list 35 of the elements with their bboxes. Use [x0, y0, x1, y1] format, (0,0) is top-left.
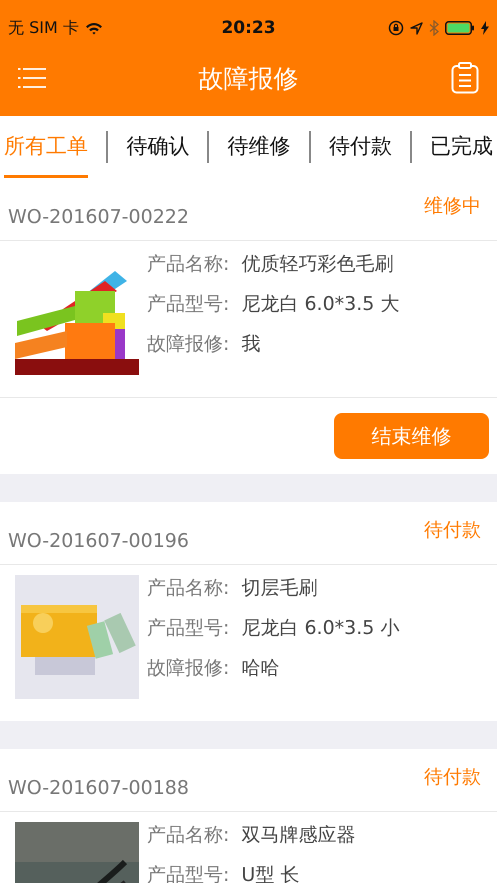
- field-label: 故障报修:: [147, 332, 230, 357]
- carrier-text: 无 SIM 卡: [8, 18, 79, 38]
- tab[interactable]: 已完成: [430, 116, 493, 178]
- menu-icon[interactable]: [18, 67, 46, 89]
- bluetooth-icon: [429, 20, 439, 36]
- order-number: WO-201607-00196: [8, 530, 189, 554]
- order-status: 维修中: [423, 194, 482, 219]
- page-title: 故障报修: [198, 62, 298, 94]
- tab[interactable]: 待维修: [228, 116, 290, 178]
- field-label: 产品名称:: [147, 823, 230, 848]
- field-label: 产品名称:: [147, 576, 230, 601]
- order-status: 待付款: [423, 518, 482, 543]
- field-label: 产品名称:: [147, 252, 230, 277]
- clipboard-icon[interactable]: [451, 62, 479, 94]
- field-value: 双马牌感应器: [241, 823, 356, 848]
- field-label: 产品型号:: [147, 292, 230, 317]
- rotation-lock-icon: [388, 20, 404, 36]
- field-value: 切层毛刷: [241, 576, 318, 601]
- field-label: 产品型号:: [147, 616, 230, 641]
- field-value: 优质轻巧彩色毛刷: [241, 252, 394, 277]
- field-label: 故障报修:: [147, 656, 230, 681]
- tab[interactable]: 待确认: [126, 116, 190, 178]
- order-number: WO-201607-00222: [8, 206, 189, 230]
- field-value: 我: [241, 332, 260, 357]
- field-value: 尼龙白 6.0*3.5 大: [241, 292, 400, 317]
- clock-text: 20:23: [221, 18, 276, 38]
- order-status: 待付款: [423, 765, 482, 790]
- order-number: WO-201607-00188: [8, 777, 189, 801]
- location-icon: [410, 22, 423, 34]
- field-value: 尼龙白 6.0*3.5 小: [241, 616, 400, 641]
- field-value: 哈哈: [241, 656, 280, 681]
- tab[interactable]: 待付款: [328, 116, 392, 178]
- wifi-icon: [84, 22, 103, 34]
- charging-icon: [481, 21, 489, 35]
- battery-icon: [445, 21, 475, 35]
